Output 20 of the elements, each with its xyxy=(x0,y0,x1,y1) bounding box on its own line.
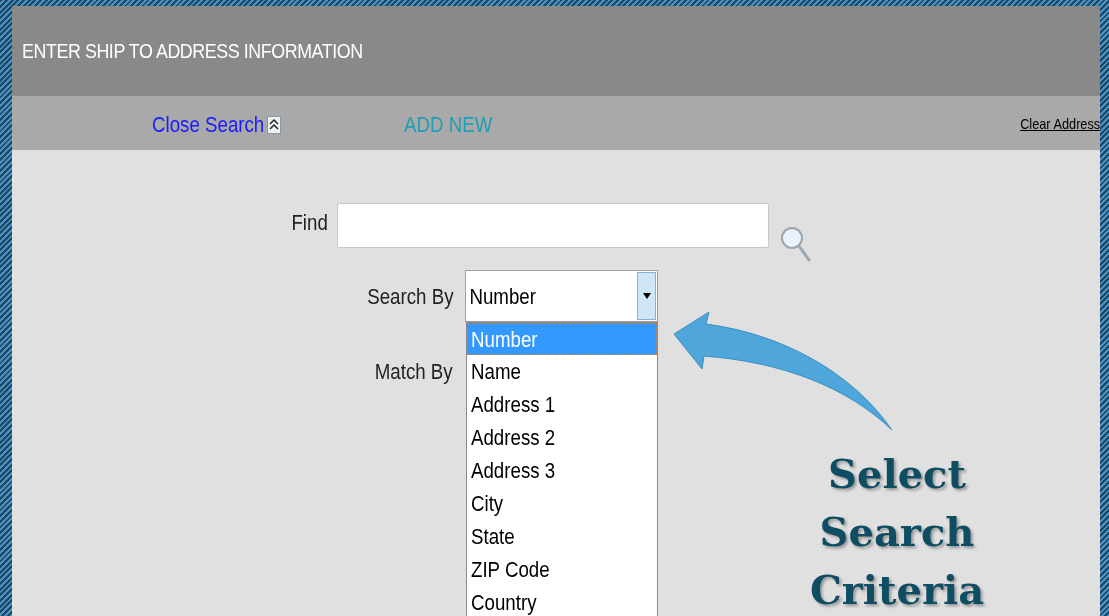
dropdown-option[interactable]: Address 3 xyxy=(467,454,657,487)
match-by-label: Match By xyxy=(375,358,453,386)
select-value: Number xyxy=(468,282,537,311)
dropdown-option[interactable]: Address 1 xyxy=(467,388,657,421)
clear-address-link[interactable]: Clear Address xyxy=(1019,113,1100,136)
find-field[interactable] xyxy=(337,203,769,248)
callout-text: Criteria xyxy=(809,565,985,615)
search-by-label: Search By xyxy=(366,283,453,311)
callout-text: Search xyxy=(819,507,975,557)
dropdown-option[interactable]: Address 2 xyxy=(467,421,657,454)
callout-text: Select xyxy=(828,449,966,499)
dropdown-option[interactable]: Name xyxy=(467,355,657,388)
dropdown-option[interactable]: ZIP Code xyxy=(467,553,657,586)
dropdown-option[interactable]: Country xyxy=(467,586,657,616)
dropdown-option[interactable]: State xyxy=(467,520,657,553)
header-title: ENTER SHIP TO ADDRESS INFORMATION xyxy=(22,38,363,65)
collapse-icon[interactable] xyxy=(267,115,282,134)
dropdown-option[interactable]: City xyxy=(467,487,657,520)
search-by-select[interactable]: Number xyxy=(465,270,658,322)
find-label: Find xyxy=(291,209,328,237)
